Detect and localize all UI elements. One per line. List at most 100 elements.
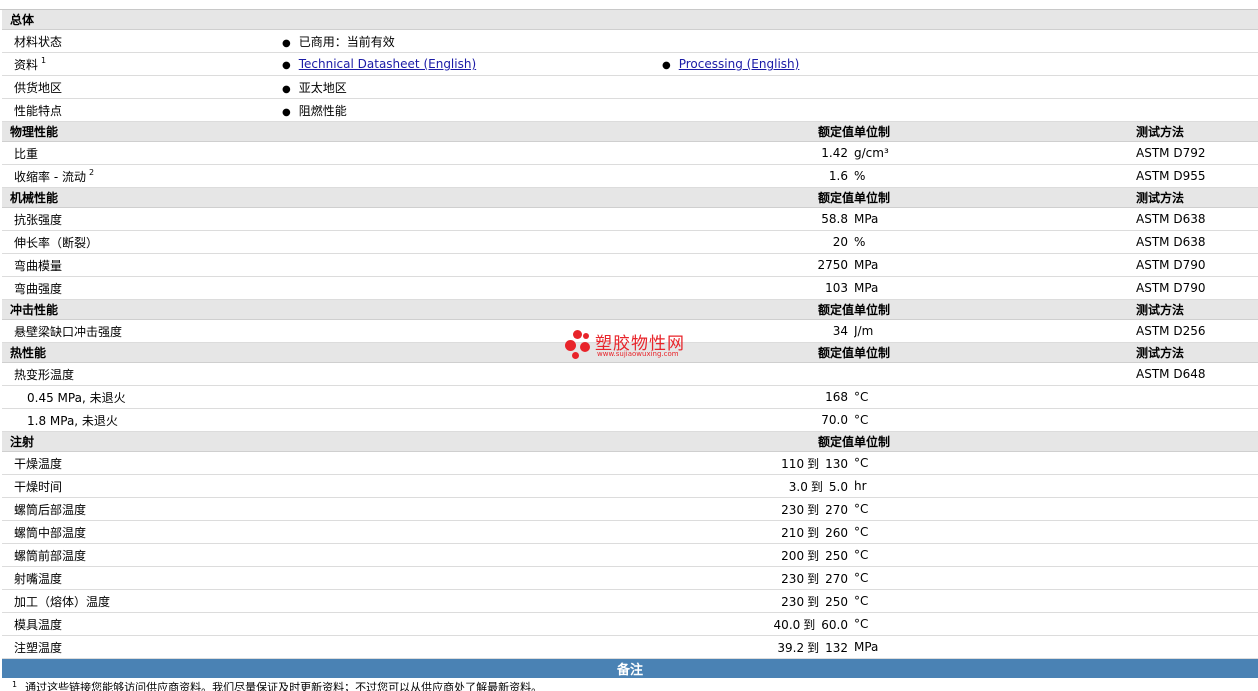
property-label-text: 伸长率（断裂） [14,235,99,250]
row-label-text: 材料状态 [14,34,63,49]
property-unit: °C [854,385,1136,409]
test-method [1136,451,1258,475]
bullet-icon: ● [662,60,671,71]
row-label: 性能特点 [2,98,282,122]
property-value: 70.0 [662,408,854,432]
row-value: ● 阻燃性能 [282,98,1258,122]
bullet-text: 已商用：当前有效 [298,34,395,49]
property-label: 比重 [2,141,662,165]
section-title: 总体 [2,10,1258,30]
rated-header: 额定值 [662,121,854,142]
rated-header: 额定值 [662,431,854,452]
property-label: 伸长率（断裂） [2,230,662,254]
property-label-text: 1.8 MPa, 未退火 [27,413,118,428]
property-label: 模具温度 [2,612,662,636]
property-label-text: 弯曲强度 [14,281,63,296]
property-label-text: 加工（熔体）温度 [14,594,111,609]
unit-header: 单位制 [854,187,1136,208]
property-value: 110 到 130 [662,451,854,475]
range-from: 210 [781,525,805,540]
range-from: 40.0 [773,617,801,632]
section-header: 注射 额定值 单位制 [2,431,1258,452]
test-method: ASTM D790 [1136,253,1258,277]
property-row: 干燥时间 3.0 到 5.0 hr [2,474,1258,498]
property-unit: °C [854,451,1136,475]
property-label: 收缩率 - 流动 2 [2,164,662,188]
range-to: 270 [825,502,848,517]
property-label-text: 比重 [14,146,39,161]
row-value: ● 已商用：当前有效 [282,29,1258,53]
range-word: 到 [807,502,820,517]
property-label-text: 0.45 MPa, 未退火 [27,390,126,405]
property-label-text: 干燥温度 [14,456,63,471]
property-label: 干燥时间 [2,474,662,498]
footnote-ref: 2 [88,167,95,177]
range-word: 到 [807,594,820,609]
range-to: 60.0 [821,617,848,632]
property-value: 20 [662,230,854,254]
test-header: 测试方法 [1136,299,1258,320]
test-header [1136,431,1258,452]
range-from: 200 [781,548,805,563]
property-value: 168 [662,385,854,409]
property-unit: g/cm³ [854,141,1136,165]
bullet-icon: ● [282,60,291,71]
range-from: 3.0 [788,479,808,494]
test-method: ASTM D638 [1136,207,1258,231]
test-method [1136,589,1258,613]
processing-link[interactable]: Processing (English) [679,57,800,71]
property-row: 模具温度 40.0 到 60.0 °C [2,612,1258,636]
bullet-icon: ● [282,106,291,118]
property-unit: °C [854,589,1136,613]
property-label: 热变形温度 [2,362,662,386]
property-label: 螺筒中部温度 [2,520,662,544]
unit-header: 单位制 [854,342,1136,363]
technical-datasheet-link[interactable]: Technical Datasheet (English) [299,57,476,71]
range-word: 到 [807,548,820,563]
section-title: 物理性能 [2,121,662,142]
range-to: 250 [825,548,848,563]
property-label: 0.45 MPa, 未退火 [2,385,662,409]
property-row: 射嘴温度 230 到 270 °C [2,566,1258,590]
property-unit: MPa [854,635,1136,659]
rated-header: 额定值 [662,299,854,320]
property-unit: J/m [854,319,1136,343]
property-value: 103 [662,276,854,300]
test-method [1136,408,1258,432]
unit-header: 单位制 [854,431,1136,452]
section-title: 热性能 [2,342,662,363]
row-label-text: 资料 [14,57,39,72]
range-to: 250 [825,594,848,609]
property-label: 悬壁梁缺口冲击强度 [2,319,662,343]
row-label-text: 供货地区 [14,80,63,95]
row-value: ● Processing (English) [662,52,1258,76]
property-value: 230 到 270 [662,497,854,521]
property-label: 1.8 MPa, 未退火 [2,408,662,432]
test-method: ASTM D638 [1136,230,1258,254]
property-label-text: 射嘴温度 [14,571,63,586]
property-label-text: 热变形温度 [14,367,75,382]
property-value: 210 到 260 [662,520,854,544]
bullet-icon: ● [282,37,291,49]
footnote-text: 通过这些链接您能够访问供应商资料。我们尽量保证及时更新资料；不过您可以从供应商处… [25,681,543,691]
range-to: 5.0 [828,479,848,494]
range-word: 到 [807,640,820,655]
property-unit: °C [854,543,1136,567]
test-method: ASTM D256 [1136,319,1258,343]
property-label-text: 螺筒前部温度 [14,548,87,563]
property-row: 干燥温度 110 到 130 °C [2,451,1258,475]
range-to: 130 [825,456,848,471]
test-method [1136,566,1258,590]
row-label: 材料状态 [2,29,282,53]
property-unit: °C [854,612,1136,636]
range-from: 230 [781,594,805,609]
property-value: 1.6 [662,164,854,188]
general-row: 材料状态 ● 已商用：当前有效 [2,29,1258,53]
property-row: 注塑温度 39.2 到 132 MPa [2,635,1258,659]
property-row: 螺筒中部温度 210 到 260 °C [2,520,1258,544]
property-label-text: 悬壁梁缺口冲击强度 [14,324,123,339]
property-label: 射嘴温度 [2,566,662,590]
property-unit: °C [854,520,1136,544]
property-unit: °C [854,408,1136,432]
property-value: 200 到 250 [662,543,854,567]
